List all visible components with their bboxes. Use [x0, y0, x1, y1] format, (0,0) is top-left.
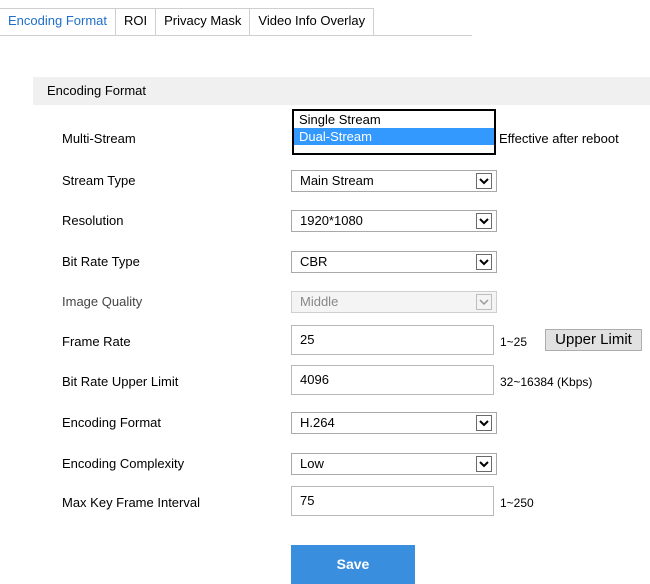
- tab-roi[interactable]: ROI: [115, 8, 156, 35]
- chevron-down-icon[interactable]: [476, 456, 492, 472]
- bit-rate-upper-limit-input[interactable]: 4096: [291, 365, 494, 395]
- encoding-complexity-label: Encoding Complexity: [62, 456, 185, 471]
- frame-rate-range: 1~25: [500, 335, 528, 349]
- image-quality-label: Image Quality: [62, 294, 143, 309]
- option-single-stream[interactable]: Single Stream: [294, 111, 494, 128]
- chevron-down-icon[interactable]: [476, 213, 492, 229]
- upper-limit-button[interactable]: Upper Limit: [545, 329, 642, 351]
- chevron-down-icon[interactable]: [476, 415, 492, 431]
- chevron-down-icon[interactable]: [476, 254, 492, 270]
- frame-rate-input[interactable]: 25: [291, 325, 494, 355]
- chevron-down-icon[interactable]: [476, 173, 492, 189]
- encoding-format-label: Encoding Format: [62, 415, 161, 430]
- resolution-select[interactable]: 1920*1080: [291, 210, 497, 232]
- bit-rate-type-label: Bit Rate Type: [62, 254, 140, 269]
- encoding-format-value: H.264: [300, 415, 335, 430]
- tab-privacy-mask[interactable]: Privacy Mask: [155, 8, 250, 35]
- bit-rate-upper-limit-label: Bit Rate Upper Limit: [62, 374, 179, 389]
- encoding-format-select[interactable]: H.264: [291, 412, 497, 434]
- bit-rate-type-value: CBR: [300, 254, 328, 269]
- frame-rate-label: Frame Rate: [62, 334, 131, 349]
- tab-divider: [0, 35, 472, 36]
- save-button[interactable]: Save: [291, 545, 415, 584]
- resolution-value: 1920*1080: [300, 213, 363, 228]
- stream-type-value: Main Stream: [300, 173, 374, 188]
- tab-video-info-overlay[interactable]: Video Info Overlay: [249, 8, 375, 35]
- multi-stream-listbox[interactable]: Single Stream Dual-Stream: [292, 109, 496, 155]
- section-header: Encoding Format: [33, 77, 650, 105]
- encoding-complexity-value: Low: [300, 456, 324, 471]
- option-dual-stream[interactable]: Dual-Stream: [294, 128, 494, 145]
- stream-type-label: Stream Type: [62, 173, 136, 188]
- bit-rate-type-select[interactable]: CBR: [291, 251, 497, 273]
- bit-rate-range: 32~16384 (Kbps): [500, 375, 593, 389]
- max-key-frame-interval-input[interactable]: 75: [291, 486, 494, 516]
- image-quality-select: Middle: [291, 291, 497, 313]
- chevron-down-icon: [476, 294, 492, 310]
- multi-stream-label: Multi-Stream: [62, 131, 136, 146]
- resolution-label: Resolution: [62, 213, 124, 228]
- multi-stream-hint: Effective after reboot: [499, 131, 619, 146]
- stream-type-select[interactable]: Main Stream: [291, 170, 497, 192]
- tab-bar: Encoding Format ROI Privacy Mask Video I…: [0, 8, 375, 36]
- max-key-frame-interval-range: 1~250: [500, 496, 534, 510]
- max-key-frame-interval-label: Max Key Frame Interval: [62, 495, 200, 510]
- encoding-complexity-select[interactable]: Low: [291, 453, 497, 475]
- tab-encoding-format[interactable]: Encoding Format: [0, 8, 115, 35]
- image-quality-value: Middle: [300, 294, 339, 309]
